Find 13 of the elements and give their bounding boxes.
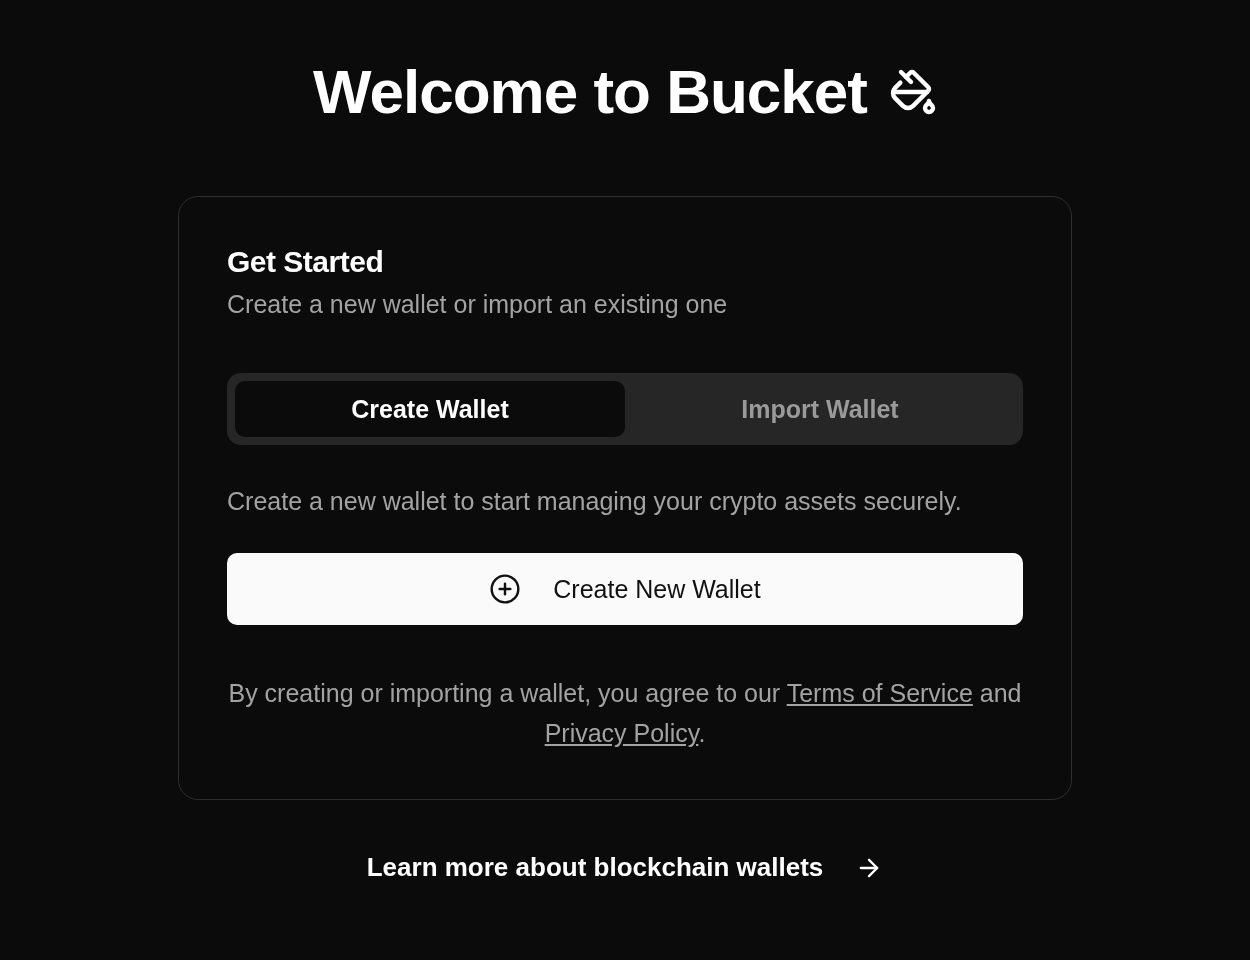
tab[interactable]: Import Wallet [625, 381, 1015, 437]
legal-notice: By creating or importing a wallet, you agree to our Terms of Service and Privacy Policy. [227, 678, 1023, 749]
page-title: Welcome to Bucket [313, 56, 867, 128]
tab[interactable]: Create Wallet [235, 381, 625, 437]
learn-more-link[interactable]: Learn more about blockchain wallets [366, 852, 884, 883]
policy-link[interactable]: Terms of Service [786, 679, 973, 707]
policy-link[interactable]: Privacy Policy [544, 719, 699, 747]
plus-circle-icon [489, 573, 522, 605]
card-heading: Get Started [227, 244, 385, 280]
create-wallet-button[interactable]: Create New Wallet [227, 553, 1023, 625]
paint-bucket-icon [888, 68, 937, 116]
description: Create a new wallet to start managing your crypto assets securely. [227, 486, 963, 517]
card-subtitle: Create a new wallet or import an existing one [227, 289, 729, 320]
